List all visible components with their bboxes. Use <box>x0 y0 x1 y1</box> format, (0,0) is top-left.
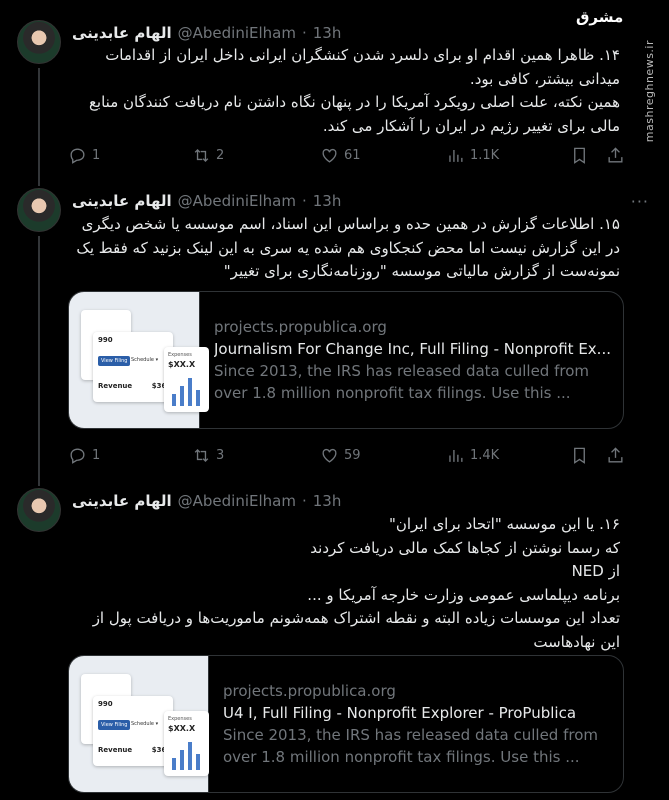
author-name[interactable]: الهام عابدینی <box>72 192 172 210</box>
thumb-form-number: 990 <box>98 700 113 708</box>
card-text: projects.propublica.org Journalism For C… <box>200 292 623 428</box>
retweet-button[interactable]: 3 <box>192 446 224 465</box>
author-name[interactable]: الهام عابدینی <box>72 24 172 42</box>
retweet-button[interactable]: 2 <box>192 146 224 165</box>
retweet-count: 2 <box>216 147 225 163</box>
share-icon <box>608 146 623 163</box>
reply-count: 1 <box>92 447 101 463</box>
reply-icon <box>70 147 85 164</box>
like-button[interactable]: 61 <box>320 146 361 165</box>
separator-dot: · <box>301 492 307 510</box>
thumb-expenses: Expenses <box>168 716 192 722</box>
action-bar: 1 3 59 1.4K <box>68 444 628 466</box>
share-icon <box>608 446 623 463</box>
like-count: 61 <box>344 147 361 163</box>
separator-dot: · <box>301 24 307 42</box>
action-bar: 1 2 61 1.1K <box>68 144 628 166</box>
heart-icon <box>322 148 337 163</box>
timestamp[interactable]: 13h <box>313 492 342 510</box>
thumb-doc: Expenses $XX.X <box>164 347 209 412</box>
bookmark-icon <box>574 147 585 164</box>
heart-icon <box>322 448 337 463</box>
tweet-16[interactable]: الهام عابدینی @AbediniElham · 13h ۱۶. یا… <box>0 480 669 800</box>
card-title: Journalism For Change Inc, Full Filing -… <box>214 340 611 358</box>
card-thumbnail: 990 View Filing Schedule ▾ Revenue $36, … <box>69 656 209 792</box>
view-count: 1.4K <box>470 447 500 463</box>
like-count: 59 <box>344 447 361 463</box>
thumb-doc: 990 View Filing Schedule ▾ Revenue $36, <box>93 696 173 766</box>
retweet-icon <box>194 448 209 462</box>
tweet-text: ۱۵. اطلاعات گزارش در همین حده و براساس ا… <box>76 215 620 280</box>
like-button[interactable]: 59 <box>320 446 361 465</box>
thumb-revenue: Revenue <box>98 382 133 390</box>
thumb-view-filing: View Filing <box>98 720 131 730</box>
card-text: projects.propublica.org U4 I, Full Filin… <box>209 656 623 792</box>
author-handle[interactable]: @AbediniElham <box>178 24 296 42</box>
timestamp[interactable]: 13h <box>313 192 342 210</box>
reply-button[interactable]: 1 <box>68 146 100 165</box>
thread-line <box>38 68 40 186</box>
retweet-count: 3 <box>216 447 225 463</box>
thread-line <box>38 236 40 486</box>
thumb-expense-value: $XX.X <box>168 724 196 733</box>
card-description: Since 2013, the IRS has released data cu… <box>223 726 599 766</box>
avatar[interactable] <box>17 488 61 532</box>
tweet-14[interactable]: الهام عابدینی @AbediniElham · 13h ۱۴. ظا… <box>0 0 669 186</box>
share-button[interactable] <box>606 446 625 465</box>
thumb-revenue: Revenue <box>98 746 133 754</box>
views-icon <box>449 149 463 162</box>
separator-dot: · <box>301 192 307 210</box>
card-domain: projects.propublica.org <box>223 682 396 700</box>
author-name[interactable]: الهام عابدینی <box>72 492 172 510</box>
tweet-15[interactable]: الهام عابدینی @AbediniElham · 13h ··· ۱۵… <box>0 180 669 486</box>
avatar[interactable] <box>17 188 61 232</box>
share-button[interactable] <box>606 146 625 165</box>
thumb-view-filing: View Filing <box>98 356 131 366</box>
view-count: 1.1K <box>470 147 500 163</box>
reply-button[interactable]: 1 <box>68 446 100 465</box>
views-button[interactable]: 1.4K <box>446 446 499 465</box>
link-card[interactable]: 990 View Filing Schedule ▾ Revenue $36, … <box>68 655 624 793</box>
avatar[interactable] <box>17 20 61 64</box>
reply-icon <box>70 447 85 464</box>
tweet-header: الهام عابدینی @AbediniElham · 13h <box>72 22 649 44</box>
thumb-schedule: Schedule ▾ <box>131 721 159 727</box>
thumb-expense-value: $XX.X <box>168 360 196 369</box>
tweet-header: الهام عابدینی @AbediniElham · 13h ··· <box>72 190 649 212</box>
card-domain: projects.propublica.org <box>214 318 387 336</box>
views-button[interactable]: 1.1K <box>446 146 499 165</box>
author-handle[interactable]: @AbediniElham <box>178 192 296 210</box>
thumb-doc: 990 View Filing Schedule ▾ Revenue $36, <box>93 332 173 402</box>
bookmark-button[interactable] <box>570 446 589 465</box>
views-icon <box>449 449 463 462</box>
thumb-doc: Expenses $XX.X <box>164 711 209 776</box>
thumb-form-number: 990 <box>98 336 113 344</box>
reply-count: 1 <box>92 147 101 163</box>
card-thumbnail: 990 View Filing Schedule ▾ Revenue $36, … <box>69 292 209 428</box>
tweet-text: ۱۴. ظاهرا همین اقدام او برای دلسرد شدن ک… <box>88 46 620 135</box>
bookmark-button[interactable] <box>570 146 589 165</box>
thumb-schedule: Schedule ▾ <box>131 357 159 363</box>
link-card[interactable]: 990 View Filing Schedule ▾ Revenue $36, … <box>68 291 624 429</box>
card-title: U4 I, Full Filing - Nonprofit Explorer -… <box>223 704 577 722</box>
more-options-icon[interactable]: ··· <box>631 192 649 211</box>
thumb-expenses: Expenses <box>168 352 192 358</box>
bookmark-icon <box>574 447 585 464</box>
tweet-header: الهام عابدینی @AbediniElham · 13h <box>72 490 649 512</box>
timestamp[interactable]: 13h <box>313 24 342 42</box>
author-handle[interactable]: @AbediniElham <box>178 492 296 510</box>
tweet-text: ۱۶. یا این موسسه "اتحاد برای ایران" که ر… <box>92 515 620 651</box>
retweet-icon <box>194 148 209 162</box>
card-description: Since 2013, the IRS has released data cu… <box>214 362 590 402</box>
